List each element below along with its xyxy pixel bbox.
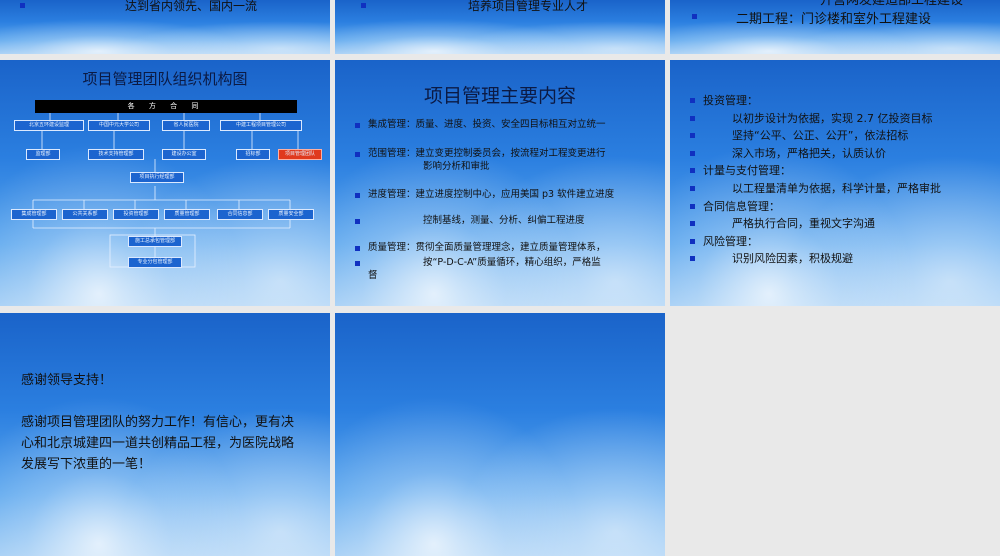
slide-thumbnail-thanks[interactable]: 感谢领导支持！ 感谢项目管理团队的努力工作！有信心，更有决心和北京城建四一道共创…	[0, 313, 330, 556]
org-box-design-company: 中国中元大学公司	[88, 120, 150, 131]
bullet-icon	[690, 203, 695, 209]
thanks-line-2: 感谢项目管理团队的努力工作！有信心，更有决心和北京城建四一道共创精品工程，为医院…	[21, 415, 295, 472]
slide-thumbnail-org-chart[interactable]: 项目管理团队组织机构图 各 方 合 同 北京五环建设监理 中国中元大学公司 省人…	[0, 60, 330, 306]
content-item-schedule: 进度管理：建立进度控制中心，应用美国 p3 软件建立进度	[368, 189, 615, 200]
org-box-public-relations: 公共关系部	[62, 209, 108, 220]
org-box-bidding-dept: 招标部	[236, 149, 270, 160]
bullet-icon	[361, 3, 366, 8]
org-chart-connectors	[32, 113, 299, 268]
management-heading: 投资管理：	[703, 94, 758, 107]
content-item-quality: 质量管理：贯彻全面质量管理理念，建立质量管理体系，	[368, 242, 606, 253]
org-box-exec-manager: 项目执行经理部	[130, 172, 184, 183]
bullet-icon	[690, 150, 695, 156]
bullet-icon	[355, 219, 360, 224]
slide-thumbnail-3[interactable]: 开营网发建造部工程建设 二期工程：门诊楼和室外工程建设	[670, 0, 1000, 54]
management-heading: 计量与支付管理：	[703, 164, 791, 178]
content-item-scope: 范围管理：建立变更控制委员会，按流程对工程变更进行	[368, 148, 606, 159]
management-detail: 以初步设计为依据，实现 2.7 亿投资目标	[732, 111, 933, 125]
bullet-icon	[690, 133, 695, 139]
slide-thumbnail-main-content[interactable]: 项目管理主要内容 集成管理：质量、进度、投资、安全四目标相互对立统一 范围管理：…	[335, 60, 665, 306]
slide-title: 项目管理主要内容	[423, 85, 576, 107]
content-item-schedule-sub: 控制基线，测量、分析、纠偏工程进度	[423, 215, 585, 226]
org-box-quality: 质量管理部	[164, 209, 210, 220]
management-detail: 坚持“公平、公正、公开”，依法招标	[732, 129, 909, 143]
slide-text: 二期工程：门诊楼和室外工程建设	[736, 12, 932, 27]
management-heading: 合同信息管理：	[703, 199, 780, 213]
org-box-hospital: 省人民医院	[162, 120, 210, 131]
bullet-icon	[355, 152, 360, 157]
org-box-pm-company: 中建工程项目管理公司	[220, 120, 302, 131]
org-box-subcontractor: 专业分包管理部	[128, 257, 182, 268]
org-box-general-contractor: 施工总承包管理部	[128, 236, 182, 247]
thanks-line-1: 感谢领导支持！	[21, 373, 113, 388]
org-box-supervision-company: 北京五环建设监理	[14, 120, 84, 131]
bullet-icon	[690, 256, 695, 262]
management-detail: 深入市场，严格把关，认质认价	[732, 146, 886, 160]
bullet-icon	[692, 14, 697, 19]
bullet-icon	[355, 123, 360, 128]
bullet-icon	[690, 238, 695, 244]
slide-text: 培养项目管理专业人才	[468, 0, 589, 13]
bullet-icon	[355, 193, 360, 198]
management-detail: 识别风险因素，积极规避	[732, 252, 853, 266]
slide-thumbnail-1[interactable]: 达到省内领先、国内一流	[0, 0, 330, 54]
management-detail: 严格执行合同，重视文字沟通	[732, 217, 875, 231]
content-item-quality-sub: 按“P-D-C-A”质量循环，精心组织，严格监	[423, 257, 601, 268]
content-item-quality-tail: 督	[368, 270, 378, 281]
management-detail: 以工程量清单为依据，科学计量，严格审批	[732, 182, 941, 195]
slide-thumbnail-management[interactable]: 投资管理： 以初步设计为依据，实现 2.7 亿投资目标 坚持“公平、公正、公开”，依…	[670, 60, 1000, 306]
bullet-icon	[355, 246, 360, 251]
slide-text: 达到省内领先、国内一流	[125, 0, 258, 13]
org-box-investment: 投资管理部	[113, 209, 159, 220]
org-box-integration: 集成管理部	[11, 209, 57, 220]
org-box-tech-support: 技术支持管理部	[88, 149, 144, 160]
bullet-icon	[690, 221, 695, 227]
management-heading: 风险管理：	[703, 234, 758, 248]
bullet-icon	[20, 3, 25, 8]
org-box-supervision-dept: 监理部	[26, 149, 60, 160]
org-box-safety: 质量安全部	[268, 209, 314, 220]
slide-thumbnail-2[interactable]: 培养项目管理专业人才	[335, 0, 665, 54]
content-item-integration: 集成管理：质量、进度、投资、安全四目标相互对立统一	[368, 119, 606, 130]
slide-text-partial: 开营网发建造部工程建设	[820, 0, 964, 8]
bullet-icon	[690, 168, 695, 174]
bullet-icon	[690, 115, 695, 121]
slide-thumbnail-blank[interactable]	[335, 313, 665, 556]
org-box-contract-info: 合同信息部	[217, 209, 263, 220]
bullet-icon	[355, 261, 360, 266]
org-box-pm-team: 项目管理团队	[278, 149, 322, 160]
bullet-icon	[690, 98, 695, 103]
org-box-construction-office: 建设办公室	[162, 149, 206, 160]
bullet-icon	[690, 186, 695, 191]
content-item-scope-sub: 影响分析和审批	[423, 161, 490, 172]
